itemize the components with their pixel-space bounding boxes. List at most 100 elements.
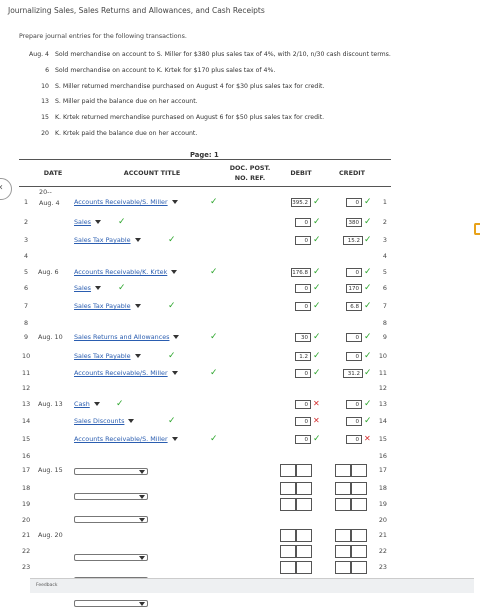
debit-input[interactable]	[280, 545, 296, 558]
row-number-left: 4	[24, 252, 29, 260]
debit-input[interactable]: 0	[295, 400, 311, 409]
row-number-right: 10	[378, 352, 387, 360]
debit-input[interactable]	[280, 482, 296, 495]
debit-input-2[interactable]	[296, 464, 312, 477]
previous-arrow-icon[interactable]: ‹	[0, 178, 12, 200]
debit-input-2[interactable]	[296, 482, 312, 495]
credit-input[interactable]: 0	[346, 400, 362, 409]
debit-input-2[interactable]	[296, 561, 312, 574]
chevron-down-icon	[128, 419, 135, 423]
credit-input[interactable]: 0	[346, 352, 362, 361]
debit-input-2[interactable]	[296, 545, 312, 558]
header-doc-post: DOC. POST.	[229, 164, 271, 172]
chevron-down-icon	[139, 602, 145, 606]
x-icon: ✕	[313, 416, 320, 425]
debit-input[interactable]: 176.8	[291, 268, 311, 277]
account-select[interactable]: Sales	[74, 218, 102, 226]
account-label: Sales Tax Payable	[74, 302, 131, 310]
debit-input[interactable]	[280, 498, 296, 511]
debit-input-2[interactable]	[296, 529, 312, 542]
debit-input[interactable]: 0	[295, 284, 311, 293]
row-number-left: 5	[24, 268, 29, 276]
chevron-down-icon	[134, 304, 141, 308]
credit-input[interactable]	[335, 561, 351, 574]
account-select[interactable]: Sales Returns and Allowances	[74, 333, 180, 341]
account-select[interactable]	[74, 600, 148, 607]
help-bracket-icon[interactable]	[474, 223, 480, 235]
credit-input-2[interactable]	[351, 482, 367, 495]
debit-input[interactable]: 0	[295, 302, 311, 311]
credit-input[interactable]: 170	[346, 284, 362, 293]
debit-input[interactable]: 0	[295, 417, 311, 426]
debit-input[interactable]: 0	[295, 218, 311, 227]
account-select[interactable]	[74, 493, 148, 500]
debit-input-2[interactable]	[296, 498, 312, 511]
credit-input-2[interactable]	[351, 529, 367, 542]
debit-input[interactable]: 395.2	[291, 198, 311, 207]
row-date: Aug. 10	[38, 333, 63, 341]
feedback-bar[interactable]: Feedback	[30, 578, 474, 593]
header-account-title: ACCOUNT TITLE	[123, 169, 181, 177]
debit-input[interactable]: 1.2	[295, 352, 311, 361]
chevron-down-icon	[171, 200, 178, 204]
credit-input-2[interactable]	[351, 561, 367, 574]
account-select[interactable]: Accounts Receivable/K. Krtek	[74, 268, 178, 276]
debit-input[interactable]: 0	[295, 435, 311, 444]
debit-input[interactable]	[280, 561, 296, 574]
debit-input[interactable]	[280, 464, 296, 477]
credit-input-2[interactable]	[351, 498, 367, 511]
row-date: Aug. 6	[38, 268, 59, 276]
chevron-down-icon	[171, 270, 178, 274]
credit-input[interactable]: 380	[346, 218, 362, 227]
row-number-right: 22	[378, 547, 387, 555]
debit-input[interactable]: 30	[295, 333, 311, 342]
debit-input[interactable]	[280, 529, 296, 542]
account-select[interactable]: Accounts Receivable/S. Miller	[74, 198, 178, 206]
account-select[interactable]: Accounts Receivable/S. Miller	[74, 369, 178, 377]
credit-input[interactable]: 6.8	[346, 302, 362, 311]
credit-input[interactable]: 0	[346, 268, 362, 277]
check-icon: ✓	[313, 368, 321, 378]
check-icon: ✓	[210, 267, 218, 277]
transaction-item: 6 Sold merchandise on account to K. Krtek…	[19, 67, 275, 74]
check-icon: ✓	[313, 301, 321, 311]
credit-input[interactable]	[335, 529, 351, 542]
row-number-left: 11	[22, 369, 31, 377]
check-icon: ✓	[364, 399, 372, 409]
account-select[interactable]: Sales Discounts	[74, 417, 135, 425]
account-select[interactable]: Sales Tax Payable	[74, 236, 141, 244]
transaction-item: 20 K. Krtek paid the balance due on her a…	[19, 130, 197, 137]
check-icon: ✓	[168, 301, 176, 311]
account-select[interactable]	[74, 468, 148, 475]
account-select[interactable]: Cash	[74, 400, 100, 408]
account-select[interactable]: Sales Tax Payable	[74, 302, 141, 310]
account-select[interactable]: Sales	[74, 284, 102, 292]
credit-input[interactable]: 0	[346, 198, 362, 207]
check-icon: ✓	[364, 235, 372, 245]
check-icon: ✓	[210, 368, 218, 378]
transaction-item: 15 K. Krtek returned merchandise purchase…	[19, 114, 324, 121]
check-icon: ✓	[364, 267, 372, 277]
credit-input[interactable]: 0	[346, 417, 362, 426]
credit-input[interactable]	[335, 545, 351, 558]
credit-input[interactable]	[335, 464, 351, 477]
row-date: Aug. 4	[39, 199, 60, 207]
check-icon: ✓	[168, 416, 176, 426]
account-select[interactable]	[74, 516, 148, 523]
row-number-left: 22	[22, 547, 31, 555]
check-icon: ✓	[210, 332, 218, 342]
credit-input[interactable]: 31.2	[343, 369, 363, 378]
credit-input-2[interactable]	[351, 545, 367, 558]
debit-input[interactable]: 0	[295, 369, 311, 378]
account-select[interactable]: Sales Tax Payable	[74, 352, 141, 360]
credit-input[interactable]	[335, 482, 351, 495]
debit-input[interactable]: 0	[295, 236, 311, 245]
account-select[interactable]: Accounts Receivable/S. Miller	[74, 435, 178, 443]
credit-input[interactable]: 15.2	[343, 236, 363, 245]
credit-input[interactable]: 0	[346, 333, 362, 342]
account-select[interactable]	[74, 554, 148, 561]
credit-input-2[interactable]	[351, 464, 367, 477]
credit-input[interactable]: 0	[346, 435, 362, 444]
credit-input[interactable]	[335, 498, 351, 511]
chevron-down-icon	[139, 470, 145, 474]
